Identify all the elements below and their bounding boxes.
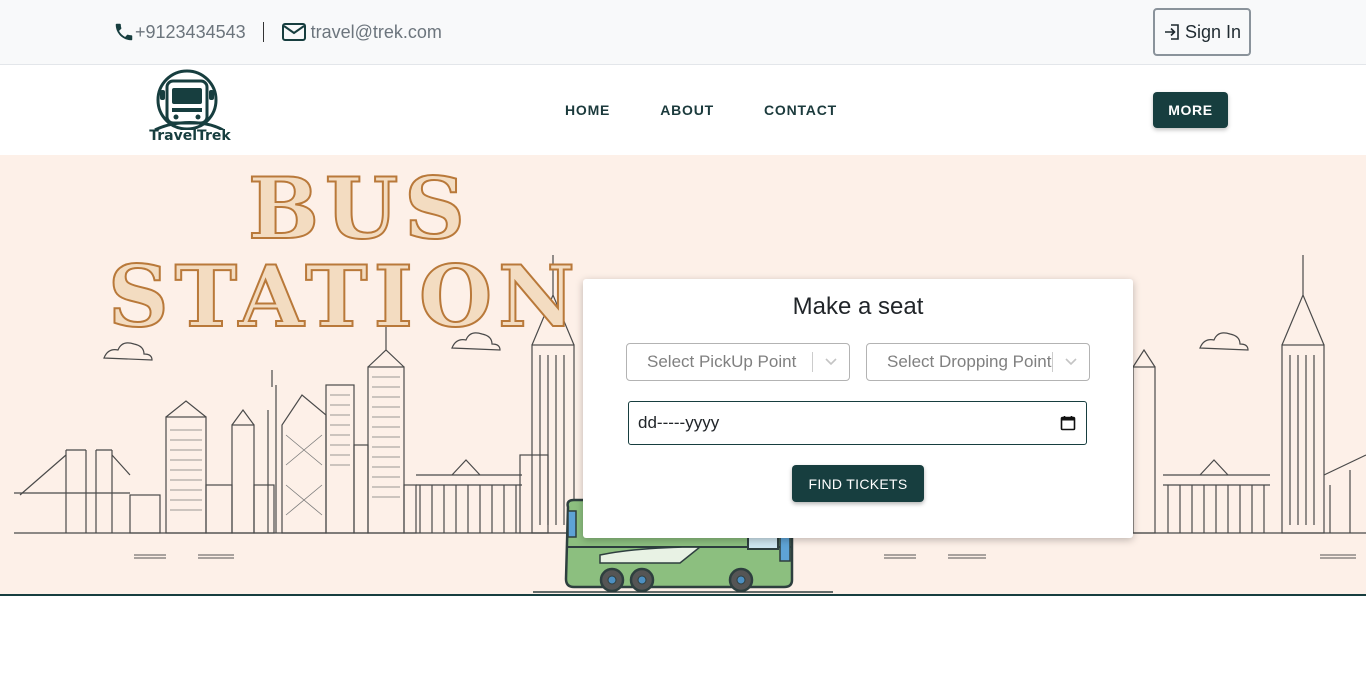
ground-divider <box>0 594 1366 596</box>
calendar-icon[interactable] <box>1060 415 1076 431</box>
pickup-placeholder: Select PickUp Point <box>647 352 797 371</box>
phone-icon <box>115 23 133 41</box>
more-button[interactable]: MORE <box>1153 92 1228 128</box>
top-bar: +9123434543 travel@trek.com Sign In <box>0 0 1366 65</box>
date-placeholder: dd-----yyyy <box>638 413 720 432</box>
booking-card: Make a seat Select PickUp Point Select D… <box>583 279 1133 538</box>
nav-links: HOME ABOUT CONTACT <box>565 102 887 118</box>
sign-in-button[interactable]: Sign In <box>1153 8 1251 56</box>
brand-logo[interactable]: TravelTrek <box>145 68 235 150</box>
phone-number: +9123434543 <box>135 21 246 42</box>
mail-icon <box>281 23 306 41</box>
bus-icon <box>154 69 224 132</box>
pickup-point-select[interactable]: Select PickUp Point <box>626 343 850 381</box>
find-tickets-button[interactable]: FIND TICKETS <box>792 465 924 502</box>
drop-placeholder: Select Dropping Point <box>887 352 1052 371</box>
travel-date-input[interactable]: dd-----yyyy <box>628 401 1087 445</box>
contact-info: +9123434543 travel@trek.com <box>113 19 442 45</box>
sign-in-label: Sign In <box>1184 21 1242 42</box>
sign-in-icon <box>1164 24 1179 40</box>
nav-contact[interactable]: CONTACT <box>764 102 837 118</box>
chevron-down-icon[interactable] <box>1053 352 1089 372</box>
brand-name: TravelTrek <box>149 128 231 144</box>
nav-home[interactable]: HOME <box>565 102 610 118</box>
navbar: TravelTrek HOME ABOUT CONTACT MORE <box>0 66 1366 155</box>
dropping-point-select[interactable]: Select Dropping Point <box>866 343 1090 381</box>
chevron-down-icon[interactable] <box>813 352 849 372</box>
nav-about[interactable]: ABOUT <box>660 102 714 118</box>
hero-title-line-2: STATION <box>107 246 581 347</box>
divider <box>262 22 264 42</box>
hero-title-line-1: BUS <box>247 158 471 259</box>
email-address[interactable]: travel@trek.com <box>311 22 442 43</box>
booking-title: Make a seat <box>792 293 924 320</box>
